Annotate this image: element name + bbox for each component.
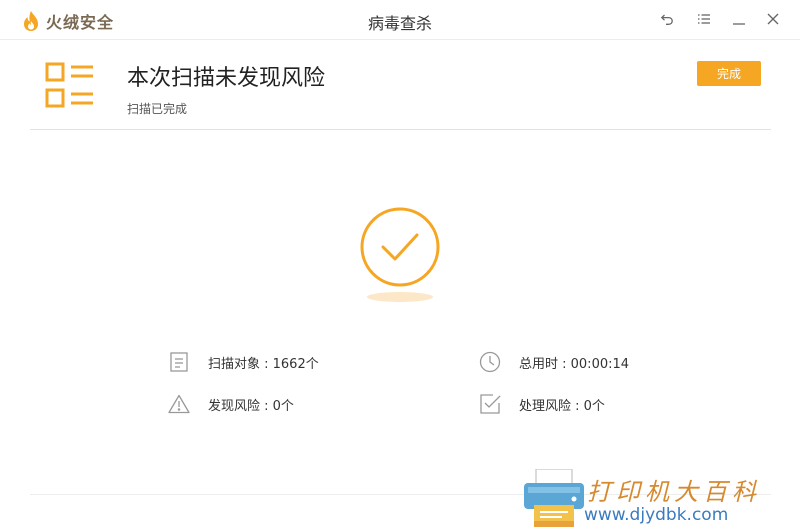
minimize-icon (732, 11, 746, 30)
header-divider (30, 129, 771, 130)
close-icon (766, 11, 780, 30)
menu-icon (697, 11, 711, 30)
found-risks: 发现风险 : 0个 (208, 398, 294, 414)
title-bar: 火绒安全 病毒查杀 (0, 0, 800, 40)
done-button[interactable]: 完成 (697, 61, 761, 86)
menu-button[interactable] (692, 8, 716, 32)
icon-shadow (367, 292, 433, 302)
handled-risks: 处理风险 : 0个 (519, 398, 605, 414)
watermark-text: 打印机大百科 (587, 478, 761, 506)
back-arrow-icon (660, 11, 674, 30)
result-subtitle: 扫描已完成 (127, 102, 188, 116)
stat-handled: 处理风险 : 0个 (479, 393, 605, 415)
printer-icon (522, 468, 586, 529)
stat-found: 发现风险 : 0个 (168, 393, 294, 415)
document-icon (168, 351, 190, 373)
stat-duration: 总用时 : 00:00:14 (479, 351, 629, 373)
warning-icon (168, 393, 190, 415)
stat-scanned: 扫描对象 : 1662个 (168, 351, 319, 373)
close-button[interactable] (761, 8, 785, 32)
check-circle-icon (359, 206, 441, 292)
duration-value: 总用时 : 00:00:14 (519, 356, 630, 372)
checkbox-icon (479, 393, 501, 415)
back-button[interactable] (655, 8, 679, 32)
scan-report-icon (45, 61, 95, 115)
result-title: 本次扫描未发现风险 (127, 66, 326, 91)
minimize-button[interactable] (727, 8, 751, 32)
clock-icon (479, 351, 501, 373)
watermark-url: www.djydbk.com (584, 505, 729, 525)
scanned-count: 扫描对象 : 1662个 (208, 356, 319, 372)
window-title: 病毒查杀 (367, 14, 432, 33)
